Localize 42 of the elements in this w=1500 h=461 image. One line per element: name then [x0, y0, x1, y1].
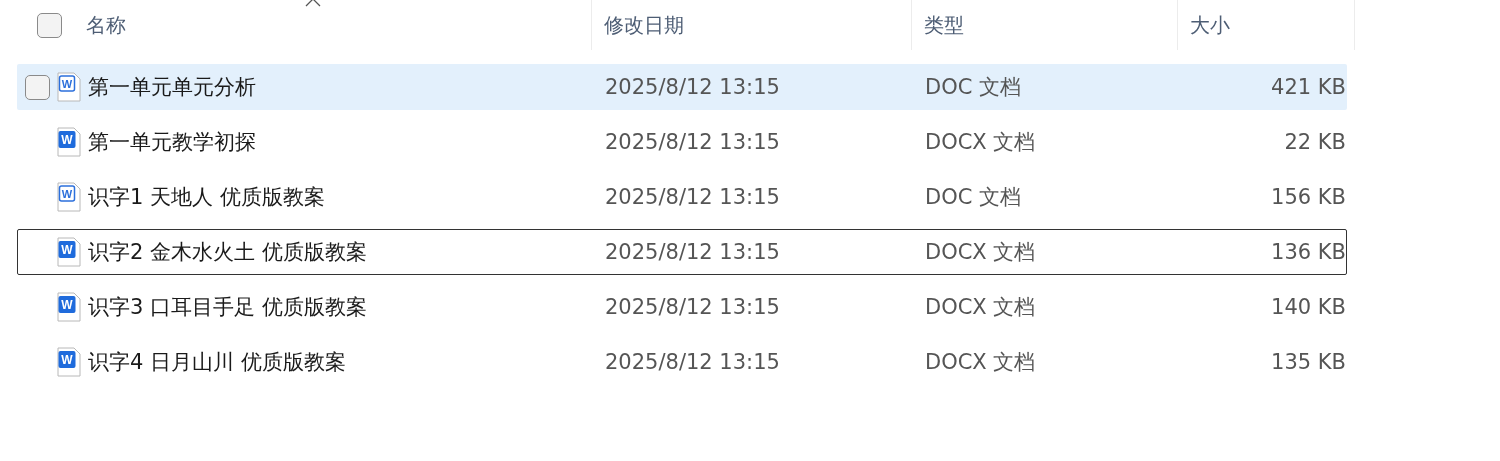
word-document-icon: W: [57, 237, 81, 267]
file-name: 识字4 日月山川 优质版教案: [88, 349, 346, 376]
modified-date: 2025/8/12 13:15: [604, 240, 781, 264]
file-row[interactable]: W 第一单元教学初探 2025/8/12 13:15 DOCX 文档 22 KB: [17, 119, 1347, 165]
file-row[interactable]: W 识字1 天地人 优质版教案 2025/8/12 13:15 DOC 文档 156 KB: [17, 174, 1347, 220]
column-header[interactable]: 大小: [1190, 11, 1230, 39]
file-type: DOCX 文档: [924, 294, 1037, 321]
word-document-icon: W: [57, 127, 81, 157]
file-type: DOCX 文档: [924, 239, 1037, 266]
checkbox[interactable]: [37, 12, 62, 38]
file-type: DOCX 文档: [924, 129, 1037, 156]
word-document-icon: W: [57, 292, 81, 322]
file-size: 140 KB: [1270, 295, 1346, 319]
file-name: 识字1 天地人 优质版教案: [88, 184, 325, 211]
file-size: 22 KB: [1283, 130, 1346, 154]
file-type: DOCX 文档: [924, 349, 1037, 376]
file-size: 135 KB: [1270, 350, 1346, 374]
word-document-icon: W: [57, 347, 81, 377]
modified-date: 2025/8/12 13:15: [604, 75, 781, 99]
column-header[interactable]: 类型: [924, 11, 964, 39]
modified-date: 2025/8/12 13:15: [604, 130, 781, 154]
modified-date: 2025/8/12 13:15: [604, 350, 781, 374]
file-size: 421 KB: [1270, 75, 1346, 99]
file-size: 156 KB: [1270, 185, 1346, 209]
checkbox[interactable]: [25, 74, 50, 100]
file-type: DOC 文档: [924, 74, 1023, 101]
file-row[interactable]: W 第一单元单元分析 2025/8/12 13:15 DOC 文档 421 KB: [17, 64, 1347, 110]
file-row[interactable]: W 识字2 金木水火土 优质版教案 2025/8/12 13:15 DOCX 文档 136 KB: [17, 229, 1347, 275]
file-name: 识字3 口耳目手足 优质版教案: [88, 294, 367, 321]
word-document-icon: W: [57, 182, 81, 212]
column-header[interactable]: 名称: [86, 11, 126, 39]
word-document-icon: W: [57, 72, 81, 102]
file-row[interactable]: W 识字4 日月山川 优质版教案 2025/8/12 13:15 DOCX 文档 135 KB: [17, 339, 1347, 385]
file-name: 第一单元单元分析: [88, 74, 256, 101]
file-type: DOC 文档: [924, 184, 1023, 211]
file-size: 136 KB: [1270, 240, 1346, 264]
file-name: 识字2 金木水火土 优质版教案: [88, 239, 367, 266]
file-name: 第一单元教学初探: [88, 129, 256, 156]
column-header[interactable]: 修改日期: [604, 11, 684, 39]
file-row[interactable]: W 识字3 口耳目手足 优质版教案 2025/8/12 13:15 DOCX 文档 140 KB: [17, 284, 1347, 330]
modified-date: 2025/8/12 13:15: [604, 185, 781, 209]
modified-date: 2025/8/12 13:15: [604, 295, 781, 319]
